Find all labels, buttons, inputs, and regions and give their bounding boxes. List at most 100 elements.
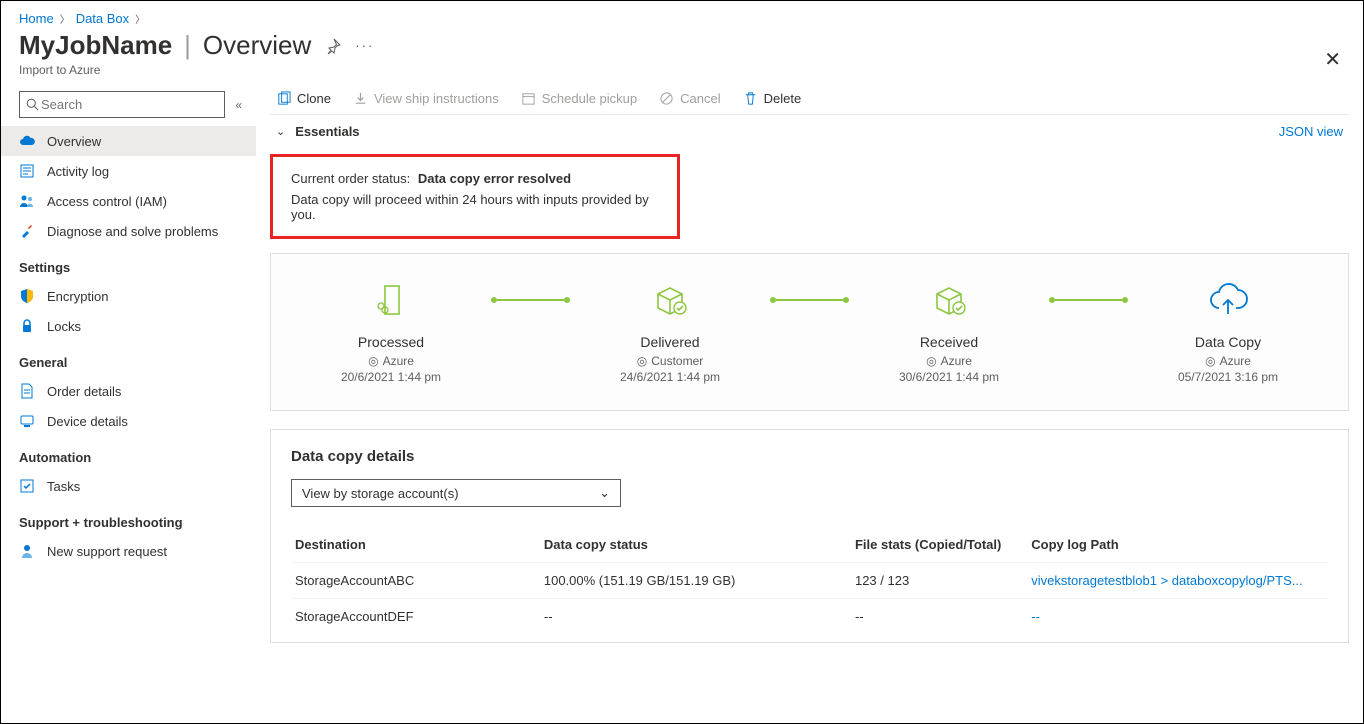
search-icon	[26, 98, 39, 111]
search-input-wrap[interactable]	[19, 91, 225, 118]
device-icon	[19, 413, 35, 429]
sidebar-section-automation: Automation	[1, 436, 256, 471]
sidebar-item-label: Access control (IAM)	[47, 194, 167, 209]
delete-button[interactable]: Delete	[743, 91, 802, 106]
box-check-icon	[650, 280, 690, 320]
sidebar-item-label: New support request	[47, 544, 167, 559]
status-label: Current order status:	[291, 171, 410, 186]
toolbar-label: Cancel	[680, 91, 720, 106]
box-check-icon	[929, 280, 969, 320]
sidebar-item-activitylog[interactable]: Activity log	[1, 156, 256, 186]
data-copy-title: Data copy details	[291, 448, 1328, 465]
table-row: StorageAccountABC 100.00% (151.19 GB/151…	[291, 563, 1328, 599]
col-status: Data copy status	[540, 529, 851, 563]
viewship-button[interactable]: View ship instructions	[353, 91, 499, 106]
stage-received: Received ◎Azure 30/6/2021 1:44 pm	[849, 280, 1049, 384]
tools-icon	[19, 223, 35, 239]
chevron-down-icon: ⌄	[276, 125, 285, 138]
essentials-header[interactable]: ⌄ Essentials JSON view	[270, 114, 1349, 148]
toolbar-label: View ship instructions	[374, 91, 499, 106]
people-icon	[19, 193, 35, 209]
cancel-icon	[659, 91, 674, 106]
chevron-right-icon: 〉	[135, 11, 145, 26]
trash-icon	[743, 91, 758, 106]
sidebar-item-label: Device details	[47, 414, 128, 429]
stage-time: 05/7/2021 3:16 pm	[1178, 370, 1278, 384]
sidebar-item-label: Tasks	[47, 479, 80, 494]
sidebar-item-label: Order details	[47, 384, 121, 399]
cell-dest: StorageAccountDEF	[291, 599, 540, 635]
view-by-select[interactable]: View by storage account(s) ⌄	[291, 479, 621, 507]
cell-log-link[interactable]: vivekstoragetestblob1 > databoxcopylog/P…	[1027, 563, 1328, 599]
sidebar-item-locks[interactable]: Locks	[1, 311, 256, 341]
breadcrumb-databox[interactable]: Data Box	[76, 11, 129, 26]
cell-stats: 123 / 123	[851, 563, 1027, 599]
chevron-right-icon: 〉	[60, 11, 70, 26]
sidebar-item-diagnose[interactable]: Diagnose and solve problems	[1, 216, 256, 246]
shield-icon	[19, 288, 35, 304]
status-value: Data copy error resolved	[418, 171, 571, 186]
more-icon[interactable]: ···	[355, 38, 374, 53]
location-icon: ◎	[368, 354, 378, 368]
col-log: Copy log Path	[1027, 529, 1328, 563]
chevron-down-icon: ⌄	[599, 485, 610, 501]
toolbar-label: Delete	[764, 91, 802, 106]
resource-type: Import to Azure	[1, 63, 1363, 87]
sidebar-item-overview[interactable]: Overview	[1, 126, 256, 156]
col-stats: File stats (Copied/Total)	[851, 529, 1027, 563]
sidebar-item-supportrequest[interactable]: New support request	[1, 536, 256, 566]
page-name: Overview	[203, 30, 311, 61]
pin-icon[interactable]	[325, 38, 341, 54]
stage-label: Received	[920, 334, 978, 350]
sidebar-item-label: Activity log	[47, 164, 109, 179]
close-icon[interactable]: ✕	[1324, 47, 1341, 72]
stage-processed: Processed ◎Azure 20/6/2021 1:44 pm	[291, 280, 491, 384]
cell-status: --	[540, 599, 851, 635]
sidebar-item-tasks[interactable]: Tasks	[1, 471, 256, 501]
progress-card: Processed ◎Azure 20/6/2021 1:44 pm Deliv…	[270, 253, 1349, 411]
server-icon	[371, 280, 411, 320]
sidebar-item-label: Encryption	[47, 289, 108, 304]
table-row: StorageAccountDEF -- -- --	[291, 599, 1328, 635]
stage-datacopy: Data Copy ◎Azure 05/7/2021 3:16 pm	[1128, 280, 1328, 384]
sidebar-item-orderdetails[interactable]: Order details	[1, 376, 256, 406]
schedule-button[interactable]: Schedule pickup	[521, 91, 637, 106]
stage-label: Delivered	[640, 334, 699, 350]
job-name: MyJobName	[19, 30, 172, 61]
tasks-icon	[19, 478, 35, 494]
json-view-link[interactable]: JSON view	[1279, 124, 1343, 139]
clone-button[interactable]: Clone	[276, 91, 331, 106]
cell-stats: --	[851, 599, 1027, 635]
location-icon: ◎	[1205, 354, 1215, 368]
search-input[interactable]	[39, 96, 218, 113]
status-line: Current order status: Data copy error re…	[291, 171, 659, 186]
order-status-box: Current order status: Data copy error re…	[270, 154, 680, 239]
lock-icon	[19, 318, 35, 334]
main-content: Clone View ship instructions Schedule pi…	[256, 87, 1363, 709]
cell-log-link[interactable]: --	[1027, 599, 1328, 635]
cancel-button[interactable]: Cancel	[659, 91, 720, 106]
breadcrumb-home[interactable]: Home	[19, 11, 54, 26]
cell-dest: StorageAccountABC	[291, 563, 540, 599]
copy-table: Destination Data copy status File stats …	[291, 529, 1328, 634]
sidebar-item-devicedetails[interactable]: Device details	[1, 406, 256, 436]
sidebar-section-support: Support + troubleshooting	[1, 501, 256, 536]
title-separator: |	[184, 30, 191, 61]
clone-icon	[276, 91, 291, 106]
sidebar-item-encryption[interactable]: Encryption	[1, 281, 256, 311]
cell-status: 100.00% (151.19 GB/151.19 GB)	[540, 563, 851, 599]
stage-time: 20/6/2021 1:44 pm	[341, 370, 441, 384]
sidebar-item-iam[interactable]: Access control (IAM)	[1, 186, 256, 216]
col-destination: Destination	[291, 529, 540, 563]
essentials-title: Essentials	[295, 124, 359, 139]
support-icon	[19, 543, 35, 559]
toolbar-label: Schedule pickup	[542, 91, 637, 106]
stage-delivered: Delivered ◎Customer 24/6/2021 1:44 pm	[570, 280, 770, 384]
select-value: View by storage account(s)	[302, 486, 459, 501]
stage-label: Processed	[358, 334, 424, 350]
toolbar-label: Clone	[297, 91, 331, 106]
collapse-sidebar-icon[interactable]: «	[235, 98, 242, 112]
data-copy-card: Data copy details View by storage accoun…	[270, 429, 1349, 643]
sidebar-item-label: Locks	[47, 319, 81, 334]
breadcrumb: Home 〉 Data Box 〉	[1, 1, 1363, 30]
